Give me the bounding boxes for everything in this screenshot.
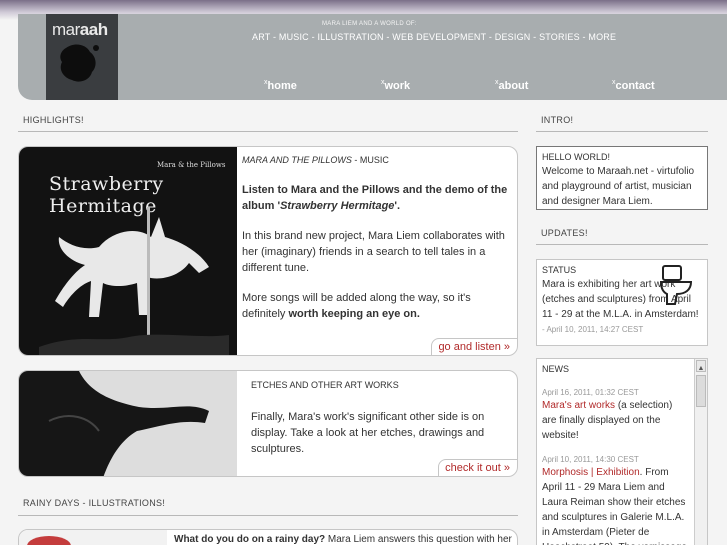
news-date: April 16, 2011, 01:32 CEST — [542, 388, 639, 397]
news-heading: NEWS — [542, 364, 569, 374]
scroll-up-icon[interactable]: ▲ — [696, 360, 706, 372]
check-it-out-link[interactable]: check it out » — [438, 459, 517, 476]
rainy-days-card: What do you do on a rainy day? Mara Liem… — [18, 529, 518, 545]
rainy-days-heading: RAINY DAYS - ILLUSTRATIONS! — [23, 498, 166, 508]
site-logo[interactable]: maraah — [46, 14, 118, 100]
nav-home[interactable]: xhome — [264, 79, 297, 92]
card-paragraph: In this brand new project, Mara Liem col… — [242, 230, 505, 274]
art-work-image[interactable] — [19, 371, 237, 476]
news-link[interactable]: Mara's art works — [542, 400, 615, 411]
card-kicker: MARA AND THE PILLOWS - MUSIC — [242, 155, 389, 165]
nav-about[interactable]: xabout — [495, 79, 528, 92]
news-date: April 10, 2011, 14:30 CEST — [542, 455, 639, 464]
status-box: STATUS Mara is exhibiting her art work (… — [536, 259, 708, 346]
highlights-heading: HIGHLIGHTS! — [23, 115, 84, 125]
logo-text: maraah — [52, 20, 108, 39]
highlight-card-art: ETCHES AND OTHER ART WORKS Finally, Mara… — [18, 370, 518, 477]
news-item: Morphosis | Exhibition. From April 11 - … — [542, 467, 687, 545]
illustration-image[interactable] — [19, 530, 167, 545]
updates-heading: UPDATES! — [541, 228, 588, 238]
etching-figure-icon — [19, 371, 209, 476]
tagline: MARA LIEM AND A WORLD OF: — [322, 21, 417, 27]
hello-heading: HELLO WORLD! — [542, 152, 611, 162]
carousel-horse-icon — [39, 207, 229, 355]
go-and-listen-link[interactable]: go and listen » — [431, 338, 517, 355]
ink-blob-icon — [60, 44, 99, 82]
highlight-card-music: Mara & the Pillows Strawberry Hermitage … — [18, 146, 518, 356]
nav-work[interactable]: xwork — [381, 79, 410, 92]
intro-heading: INTRO! — [541, 115, 574, 125]
category-list: ART - MUSIC - ILLUSTRATION - WEB DEVELOP… — [252, 32, 617, 42]
news-box[interactable]: NEWS April 16, 2011, 01:32 CEST Mara's a… — [536, 358, 708, 545]
toilet-icon — [659, 265, 693, 305]
nav-contact[interactable]: xcontact — [612, 79, 655, 92]
news-item: Mara's art works (a selection) are final… — [542, 400, 673, 441]
umbrella-icon — [27, 536, 71, 545]
divider — [536, 131, 708, 132]
scroll-thumb[interactable] — [696, 375, 706, 407]
divider — [18, 515, 518, 516]
divider — [18, 131, 518, 132]
hello-text: Welcome to Maraah.net - virtufolio and p… — [542, 166, 695, 207]
card-paragraph: More songs will be added along the way, … — [242, 292, 471, 320]
card-paragraph: Finally, Mara's work's significant other… — [251, 411, 485, 455]
card-paragraph: What do you do on a rainy day? Mara Liem… — [174, 534, 512, 545]
news-link[interactable]: Morphosis | Exhibition — [542, 467, 640, 478]
news-scrollbar[interactable]: ▲ — [694, 359, 707, 545]
divider — [536, 244, 708, 245]
card-kicker: ETCHES AND OTHER ART WORKS — [251, 380, 399, 390]
album-cover-image[interactable]: Mara & the Pillows Strawberry Hermitage — [19, 147, 237, 355]
card-lead: Listen to Mara and the Pillows and the d… — [242, 184, 508, 212]
hello-world-box: HELLO WORLD! Welcome to Maraah.net - vir… — [536, 146, 708, 210]
